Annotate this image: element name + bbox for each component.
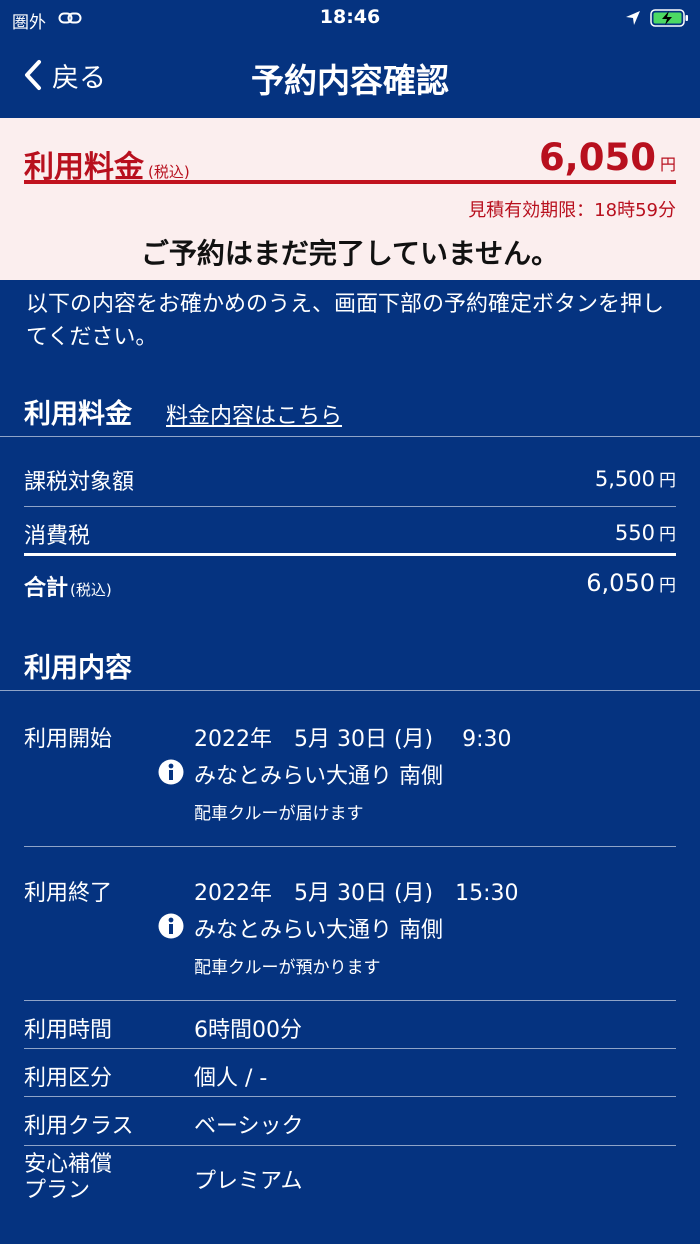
end-place: みなとみらい大通り 南側 <box>194 918 443 943</box>
fee-row-label: 課税対象額 <box>24 470 135 495</box>
notice-amount: 6,050 円 <box>539 136 676 179</box>
insurance-plan-label: 安心補償 プラン <box>24 1152 113 1203</box>
end-label: 利用終了 <box>24 881 113 906</box>
fee-row-value: 5,500 円 <box>594 467 676 491</box>
status-bar: 圏外 18:46 <box>0 0 700 36</box>
total-label: 合計 (税込) <box>24 576 112 601</box>
end-note: 配車クルーが預かります <box>194 958 381 978</box>
not-completed-warning: ご予約はまだ完了していません。 <box>140 237 560 270</box>
notice-amount-unit: 円 <box>659 155 676 174</box>
usage-class-label: 利用クラス <box>24 1114 134 1139</box>
usage-time-label: 利用時間 <box>24 1018 113 1043</box>
start-label: 利用開始 <box>24 727 113 752</box>
divider <box>24 1145 676 1146</box>
intro-text: 以下の内容をお確かめのうえ、画面下部の予約確定ボタンを押してください。 <box>26 292 665 350</box>
start-datetime: 2022年 5月 30日 (月) 9:30 <box>194 727 512 752</box>
quote-expiry: 見積有効期限：18時59分 <box>468 200 676 221</box>
notice-amount-value: 6,050 <box>538 136 656 179</box>
page-title: 予約内容確認 <box>251 61 449 100</box>
divider <box>24 1000 676 1001</box>
navigation-bar: 戻る 予約内容確認 <box>0 36 700 118</box>
divider <box>24 846 676 847</box>
usage-category-label: 利用区分 <box>24 1066 113 1091</box>
notice-divider <box>24 180 676 184</box>
divider <box>24 506 676 507</box>
fee-section-title: 利用料金 <box>24 399 132 430</box>
start-note: 配車クルーが届けます <box>194 804 364 824</box>
total-divider <box>24 553 676 556</box>
price-notice-panel: 利用料金 (税込) 6,050 円 見積有効期限：18時59分 ご予約はまだ完了して… <box>0 118 700 280</box>
usage-time-value: 6時間00分 <box>194 1018 302 1043</box>
info-icon[interactable] <box>158 913 184 939</box>
divider <box>0 690 700 691</box>
notice-tax-note: (税込) <box>148 163 190 181</box>
divider <box>24 1096 676 1097</box>
usage-class-value: ベーシック <box>194 1114 304 1139</box>
divider <box>24 1048 676 1049</box>
fee-row-value: 550 円 <box>614 521 676 545</box>
insurance-plan-value: プレミアム <box>194 1169 303 1194</box>
battery-charging-icon <box>650 9 688 27</box>
location-arrow-icon <box>626 11 640 25</box>
info-icon[interactable] <box>158 759 184 785</box>
end-datetime: 2022年 5月 30日 (月) 15:30 <box>194 881 519 906</box>
fee-details-link[interactable]: 料金内容はこちら <box>166 398 342 430</box>
total-value: 6,050 円 <box>586 569 676 597</box>
divider <box>0 436 700 437</box>
usage-section-title: 利用内容 <box>24 653 132 684</box>
usage-category-value: 個人 / - <box>194 1066 268 1091</box>
start-place: みなとみらい大通り 南側 <box>194 764 443 789</box>
fee-row-label: 消費税 <box>24 524 91 549</box>
clock-time: 18:46 <box>319 6 381 28</box>
